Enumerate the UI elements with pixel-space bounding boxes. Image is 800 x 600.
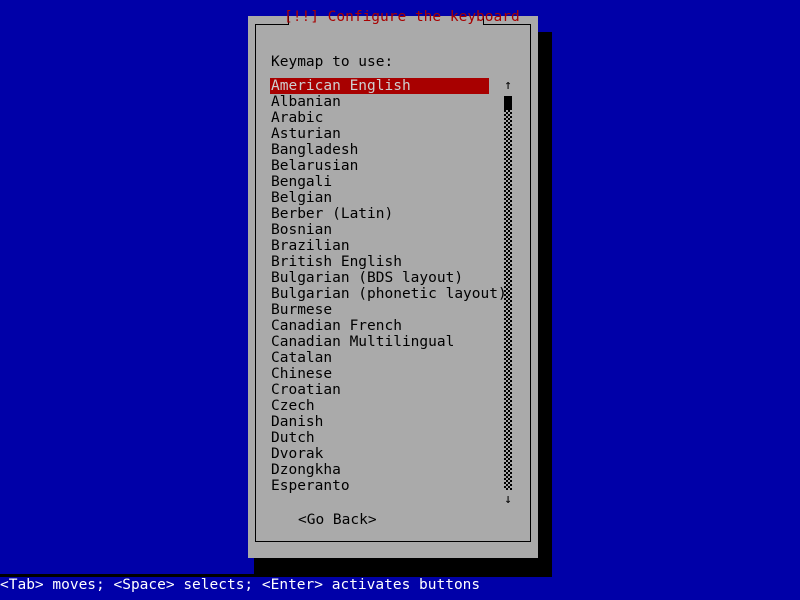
- keymap-list-item[interactable]: Brazilian: [270, 238, 489, 254]
- keymap-list-item[interactable]: Albanian: [270, 94, 489, 110]
- keymap-list-item[interactable]: Bangladesh: [270, 142, 489, 158]
- keymap-list-item[interactable]: Belgian: [270, 190, 489, 206]
- keymap-list-item[interactable]: Bulgarian (phonetic layout): [270, 286, 507, 302]
- scroll-up-arrow-icon[interactable]: ↑: [500, 78, 516, 94]
- scrollbar-track[interactable]: [504, 96, 512, 490]
- keymap-list-item[interactable]: Dzongkha: [270, 462, 489, 478]
- dialog-shadow-bottom: [254, 558, 552, 574]
- keymap-list-item[interactable]: Dutch: [270, 430, 489, 446]
- dialog-frame-right: [530, 24, 531, 542]
- keymap-list-item[interactable]: Bulgarian (BDS layout): [270, 270, 489, 286]
- status-bar: <Tab> moves; <Space> selects; <Enter> ac…: [0, 577, 800, 594]
- configure-keyboard-dialog: [!!] Configure the keyboard Keymap to us…: [248, 9, 538, 558]
- keymap-list-item[interactable]: Dvorak: [270, 446, 489, 462]
- keymap-list-item[interactable]: Croatian: [270, 382, 489, 398]
- keymap-list-item[interactable]: Bengali: [270, 174, 489, 190]
- dialog-frame-bottom: [255, 541, 531, 542]
- keymap-list-item[interactable]: Belarusian: [270, 158, 489, 174]
- dialog-title: [!!] Configure the keyboard: [284, 9, 520, 25]
- keymap-list-item[interactable]: Czech: [270, 398, 489, 414]
- installer-screen: [!!] Configure the keyboard Keymap to us…: [0, 0, 800, 600]
- keymap-list-item[interactable]: Arabic: [270, 110, 489, 126]
- keymap-list-item[interactable]: American English: [270, 78, 489, 94]
- keymap-list-item[interactable]: Canadian French: [270, 318, 489, 334]
- keymap-scrollbar[interactable]: ↑ ↓: [500, 78, 516, 508]
- keymap-list-item[interactable]: Danish: [270, 414, 489, 430]
- keymap-list[interactable]: American English Albanian Arabic Asturian Ba…: [270, 78, 507, 494]
- go-back-button[interactable]: <Go Back>: [298, 512, 377, 528]
- scrollbar-thumb[interactable]: [504, 96, 512, 110]
- keymap-list-item[interactable]: Asturian: [270, 126, 489, 142]
- keymap-list-item[interactable]: Chinese: [270, 366, 489, 382]
- keymap-list-item[interactable]: Berber (Latin): [270, 206, 489, 222]
- dialog-frame-left: [255, 24, 256, 542]
- keymap-list-item[interactable]: Burmese: [270, 302, 489, 318]
- scroll-down-arrow-icon[interactable]: ↓: [500, 492, 516, 508]
- keymap-list-item[interactable]: Bosnian: [270, 222, 489, 238]
- keymap-list-item[interactable]: Canadian Multilingual: [270, 334, 489, 350]
- keymap-prompt-label: Keymap to use:: [271, 54, 394, 70]
- dialog-shadow-right: [538, 32, 552, 574]
- keymap-list-item[interactable]: British English: [270, 254, 489, 270]
- keymap-list-item[interactable]: Esperanto: [270, 478, 489, 494]
- keymap-list-item[interactable]: Catalan: [270, 350, 489, 366]
